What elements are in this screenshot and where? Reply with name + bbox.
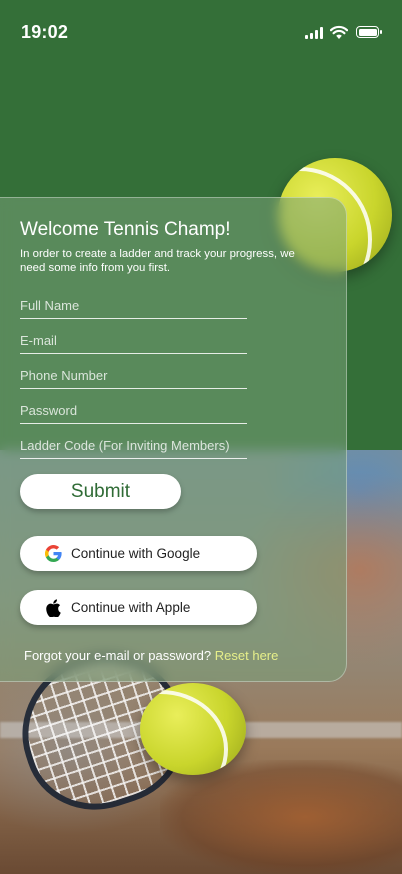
google-button-label: Continue with Google bbox=[71, 546, 201, 561]
submit-button[interactable]: Submit bbox=[20, 474, 181, 509]
password-field bbox=[20, 397, 247, 424]
signal-icon bbox=[305, 27, 323, 39]
apple-signin-button[interactable]: Continue with Apple bbox=[20, 590, 257, 625]
reset-here-link[interactable]: Reset here bbox=[215, 648, 279, 663]
full-name-input[interactable] bbox=[20, 292, 247, 318]
email-field bbox=[20, 327, 247, 354]
ladder-code-input[interactable] bbox=[20, 432, 247, 458]
battery-icon bbox=[356, 26, 382, 38]
welcome-subtitle: In order to create a ladder and track yo… bbox=[20, 248, 295, 274]
full-name-field bbox=[20, 292, 247, 319]
forgot-password-row: Forgot your e-mail or password? Reset he… bbox=[24, 648, 278, 663]
phone-input[interactable] bbox=[20, 362, 247, 388]
welcome-title: Welcome Tennis Champ! bbox=[20, 219, 231, 240]
apple-icon bbox=[44, 598, 62, 617]
apple-button-label: Continue with Apple bbox=[71, 600, 191, 615]
ladder-code-field bbox=[20, 432, 247, 459]
tennis-ball-image bbox=[140, 683, 246, 775]
clay-dust bbox=[160, 760, 402, 874]
status-bar: 19:02 bbox=[0, 0, 402, 62]
phone-field bbox=[20, 362, 247, 389]
password-input[interactable] bbox=[20, 397, 247, 423]
signup-card: Welcome Tennis Champ! In order to create… bbox=[0, 197, 347, 682]
google-icon bbox=[44, 545, 62, 563]
email-input[interactable] bbox=[20, 327, 247, 353]
google-signin-button[interactable]: Continue with Google bbox=[20, 536, 257, 571]
forgot-password-text: Forgot your e-mail or password? bbox=[24, 648, 212, 663]
wifi-icon bbox=[330, 25, 348, 39]
status-time: 19:02 bbox=[21, 22, 69, 42]
